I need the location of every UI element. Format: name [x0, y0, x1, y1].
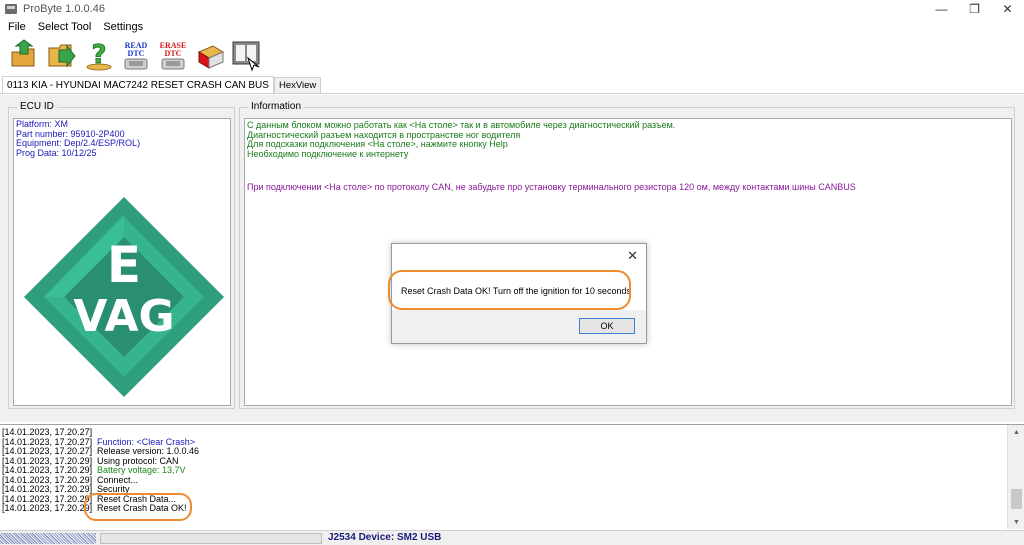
information-label: Information	[248, 101, 305, 112]
toolbar: ? READ DTC ERASE DTC	[0, 35, 1024, 75]
log-row: [14.01.2023, 17.20.27]	[2, 427, 93, 437]
title-bar: ProByte 1.0.0.46 — ❐ ✕	[0, 0, 1024, 18]
toolbox-icon	[197, 45, 225, 69]
ecu-prog-data: Prog Data: 10/12/25	[16, 147, 97, 158]
save-folder-icon	[48, 44, 76, 68]
ok-button[interactable]: OK	[579, 318, 635, 334]
minimize-button[interactable]: —	[925, 0, 958, 18]
window-title: ProByte 1.0.0.46	[23, 3, 105, 15]
progress-bar	[100, 533, 322, 544]
open-folder-button[interactable]	[8, 38, 42, 72]
book-icon	[232, 41, 260, 72]
open-folder-icon	[11, 39, 35, 67]
ecu-id-label: ECU ID	[17, 101, 57, 112]
svg-text:?: ?	[91, 40, 106, 70]
tool-box-button[interactable]	[193, 38, 227, 72]
save-folder-button[interactable]	[45, 38, 79, 72]
menu-file[interactable]: File	[0, 21, 32, 33]
status-bar: J2534 Device: SM2 USB	[0, 530, 1024, 545]
erase-dtc-button[interactable]: ERASE DTC	[156, 38, 190, 72]
device-status: J2534 Device: SM2 USB	[328, 532, 442, 543]
info-line-4: Необходимо подключение к интернету	[247, 148, 409, 159]
logo-text-vag: VAG	[73, 291, 174, 342]
menu-bar: File Select Tool Settings	[0, 18, 1024, 35]
logo-letter-e: E	[107, 236, 141, 294]
dialog-footer: OK	[392, 310, 646, 343]
scroll-up-icon[interactable]: ▲	[1008, 425, 1024, 439]
close-window-button[interactable]: ✕	[991, 0, 1024, 18]
log-scrollbar[interactable]: ▲ ▼	[1007, 425, 1024, 529]
log-panel: [14.01.2023, 17.20.27] [14.01.2023, 17.2…	[0, 424, 1024, 529]
evag-logo: E VAG	[24, 197, 224, 397]
tab-hexview[interactable]: HexView	[273, 77, 322, 93]
erase-dtc-label: ERASE DTC	[159, 41, 187, 58]
scroll-thumb[interactable]	[1011, 489, 1022, 509]
menu-settings[interactable]: Settings	[97, 21, 149, 33]
ecu-id-panel: Platform: XM Part number: 95910-2P400 Eq…	[13, 118, 231, 406]
info-warning: При подключении <На столе> по протоколу …	[247, 182, 856, 192]
scroll-down-icon[interactable]: ▼	[1008, 515, 1024, 529]
manual-button[interactable]	[230, 38, 264, 72]
log-row: [14.01.2023, 17.20.29] Reset Crash Data O…	[2, 503, 187, 513]
maximize-button[interactable]: ❐	[958, 0, 991, 18]
question-mark-icon: ?	[86, 40, 112, 71]
dialog-message: Reset Crash Data OK! Turn off the igniti…	[401, 286, 631, 296]
tab-reset-crash[interactable]: 0113 KIA - HYUNDAI MAC7242 RESET CRASH C…	[2, 76, 274, 93]
read-dtc-label: READ DTC	[124, 41, 148, 58]
read-dtc-button[interactable]: READ DTC	[119, 38, 153, 72]
app-icon	[5, 4, 17, 14]
status-pattern	[0, 533, 96, 544]
log-row: [14.01.2023, 17.20.29] Battery voltage: 1…	[2, 465, 186, 475]
dialog-close-button[interactable]: ✕	[627, 248, 638, 264]
tab-strip: 0113 KIA - HYUNDAI MAC7242 RESET CRASH C…	[0, 76, 1024, 94]
help-button[interactable]: ?	[82, 38, 116, 72]
ecu-id-group: ECU ID Platform: XM Part number: 95910-2…	[8, 101, 235, 409]
window-controls: — ❐ ✕	[925, 0, 1024, 18]
menu-select-tool[interactable]: Select Tool	[32, 21, 98, 33]
message-dialog: ✕ Reset Crash Data OK! Turn off the igni…	[391, 243, 647, 344]
